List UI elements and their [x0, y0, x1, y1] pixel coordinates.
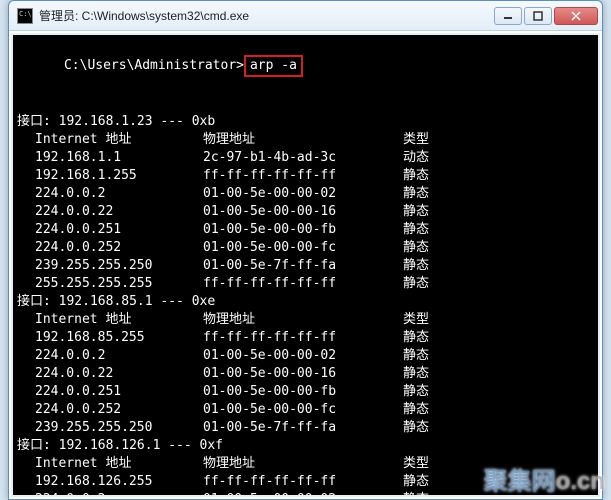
cell-mac: 01-00-5e-00-00-fc [203, 401, 403, 419]
cell-mac: 01-00-5e-00-00-fb [203, 383, 403, 401]
window-buttons [494, 7, 598, 25]
blank-line [13, 95, 598, 113]
cell-ip: 192.168.1.1 [35, 149, 203, 167]
table-row: 192.168.85.255ff-ff-ff-ff-ff-ff静态 [13, 329, 598, 347]
interface-label: 接口: 192.168.85.1 --- 0xe [13, 293, 598, 311]
cell-ip: 239.255.255.250 [35, 419, 203, 437]
cell-type: 静态 [403, 329, 463, 347]
cell-mac: 2c-97-b1-4b-ad-3c [203, 149, 403, 167]
command-highlight: arp -a [244, 55, 303, 77]
cell-type: 静态 [403, 239, 463, 257]
cell-type: 静态 [403, 257, 463, 275]
table-row: 224.0.0.25101-00-5e-00-00-fb静态 [13, 221, 598, 239]
cell-ip: 239.255.255.250 [35, 257, 203, 275]
cell-mac: 01-00-5e-7f-ff-fa [203, 419, 403, 437]
cell-mac: ff-ff-ff-ff-ff-ff [203, 329, 403, 347]
cell-mac: 01-00-5e-00-00-16 [203, 365, 403, 383]
table-row: 224.0.0.2201-00-5e-00-00-16静态 [13, 203, 598, 221]
cell-type: 静态 [403, 347, 463, 365]
table-row: 224.0.0.25101-00-5e-00-00-fb静态 [13, 383, 598, 401]
cell-ip: 224.0.0.251 [35, 221, 203, 239]
table-row: 192.168.1.12c-97-b1-4b-ad-3c动态 [13, 149, 598, 167]
cell-mac: ff-ff-ff-ff-ff-ff [203, 167, 403, 185]
cmd-window: 管理员: C:\Windows\system32\cmd.exe C:\User… [8, 0, 603, 500]
cell-ip: 224.0.0.252 [35, 239, 203, 257]
header-ip: Internet 地址 [35, 455, 203, 473]
cell-mac: 01-00-5e-00-00-02 [203, 491, 403, 497]
cell-type: 静态 [403, 473, 463, 491]
table-row: 192.168.126.255ff-ff-ff-ff-ff-ff静态 [13, 473, 598, 491]
cell-mac: 01-00-5e-00-00-16 [203, 203, 403, 221]
cell-ip: 224.0.0.252 [35, 401, 203, 419]
interface-label: 接口: 192.168.1.23 --- 0xb [13, 113, 598, 131]
table-row: 192.168.1.255ff-ff-ff-ff-ff-ff静态 [13, 167, 598, 185]
cell-type: 静态 [403, 167, 463, 185]
table-header: Internet 地址物理地址类型 [13, 131, 598, 149]
table-row: 224.0.0.25201-00-5e-00-00-fc静态 [13, 401, 598, 419]
table-header: Internet 地址物理地址类型 [13, 455, 598, 473]
cell-ip: 192.168.85.255 [35, 329, 203, 347]
cell-ip: 224.0.0.2 [35, 491, 203, 497]
table-row: 224.0.0.201-00-5e-00-00-02静态 [13, 347, 598, 365]
table-row: 224.0.0.201-00-5e-00-00-02静态 [13, 491, 598, 497]
table-row: 224.0.0.25201-00-5e-00-00-fc静态 [13, 239, 598, 257]
header-mac: 物理地址 [203, 131, 403, 149]
interface-label: 接口: 192.168.126.1 --- 0xf [13, 437, 598, 455]
cell-type: 静态 [403, 383, 463, 401]
cell-mac: 01-00-5e-00-00-fc [203, 239, 403, 257]
cell-type: 静态 [403, 203, 463, 221]
cell-type: 静态 [403, 221, 463, 239]
cell-mac: ff-ff-ff-ff-ff-ff [203, 473, 403, 491]
cell-mac: ff-ff-ff-ff-ff-ff [203, 275, 403, 293]
table-row: 239.255.255.25001-00-5e-7f-ff-fa静态 [13, 419, 598, 437]
cell-mac: 01-00-5e-00-00-02 [203, 185, 403, 203]
table-row: 255.255.255.255ff-ff-ff-ff-ff-ff静态 [13, 275, 598, 293]
console-area[interactable]: C:\Users\Administrator>arp -a 接口: 192.16… [11, 33, 600, 497]
cell-type: 静态 [403, 419, 463, 437]
close-button[interactable] [554, 7, 598, 25]
cell-mac: 01-00-5e-00-00-02 [203, 347, 403, 365]
cell-ip: 255.255.255.255 [35, 275, 203, 293]
header-ip: Internet 地址 [35, 311, 203, 329]
cell-type: 静态 [403, 491, 463, 497]
header-mac: 物理地址 [203, 311, 403, 329]
console-output: 接口: 192.168.1.23 --- 0xbInternet 地址物理地址类… [13, 113, 598, 497]
cell-mac: 01-00-5e-00-00-fb [203, 221, 403, 239]
cell-ip: 224.0.0.22 [35, 203, 203, 221]
table-row: 239.255.255.25001-00-5e-7f-ff-fa静态 [13, 257, 598, 275]
window-title: 管理员: C:\Windows\system32\cmd.exe [39, 7, 494, 24]
cell-type: 静态 [403, 365, 463, 383]
cell-ip: 192.168.126.255 [35, 473, 203, 491]
header-ip: Internet 地址 [35, 131, 203, 149]
cell-ip: 224.0.0.22 [35, 365, 203, 383]
cell-ip: 224.0.0.251 [35, 383, 203, 401]
header-type: 类型 [403, 455, 463, 473]
minimize-button[interactable] [494, 7, 522, 25]
prompt-line: C:\Users\Administrator>arp -a [13, 37, 598, 95]
header-type: 类型 [403, 311, 463, 329]
cmd-icon [17, 8, 33, 24]
table-header: Internet 地址物理地址类型 [13, 311, 598, 329]
cell-type: 静态 [403, 401, 463, 419]
cell-type: 静态 [403, 185, 463, 203]
table-row: 224.0.0.201-00-5e-00-00-02静态 [13, 185, 598, 203]
header-mac: 物理地址 [203, 455, 403, 473]
cell-ip: 224.0.0.2 [35, 185, 203, 203]
table-row: 224.0.0.2201-00-5e-00-00-16静态 [13, 365, 598, 383]
header-type: 类型 [403, 131, 463, 149]
cell-type: 动态 [403, 149, 463, 167]
maximize-button[interactable] [524, 7, 552, 25]
cell-type: 静态 [403, 275, 463, 293]
cell-mac: 01-00-5e-7f-ff-fa [203, 257, 403, 275]
cell-ip: 192.168.1.255 [35, 167, 203, 185]
titlebar[interactable]: 管理员: C:\Windows\system32\cmd.exe [9, 1, 602, 31]
prompt-path: C:\Users\Administrator> [64, 58, 244, 73]
cell-ip: 224.0.0.2 [35, 347, 203, 365]
